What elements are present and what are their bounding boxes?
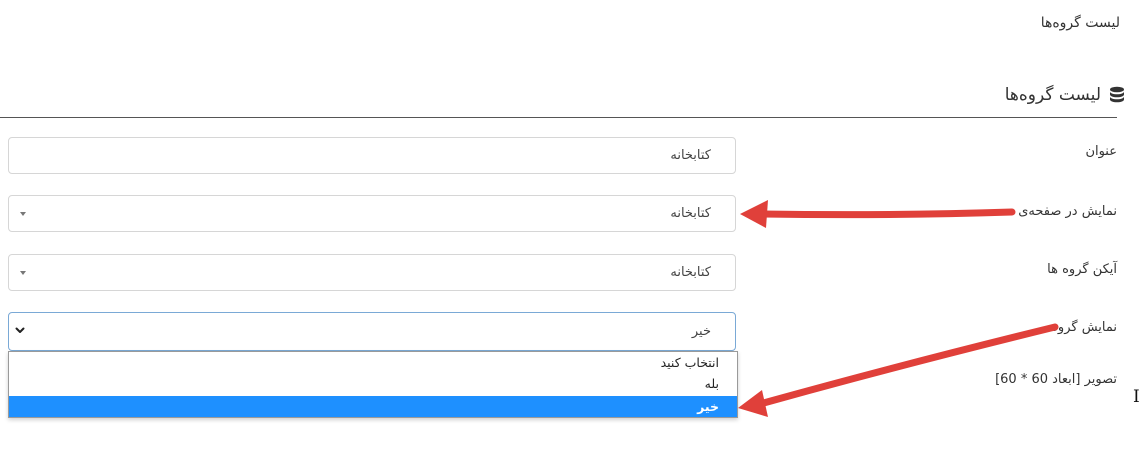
database-icon bbox=[1109, 86, 1125, 104]
dropdown-option-choose[interactable]: انتخاب کنید bbox=[9, 352, 737, 373]
section-header: لیست گروه‌ها bbox=[1005, 82, 1125, 108]
section-divider bbox=[0, 117, 1117, 118]
chevron-down-icon bbox=[15, 327, 25, 333]
display-page-select-value: کتابخانه bbox=[670, 206, 711, 221]
group-icon-select[interactable]: کتابخانه bbox=[8, 254, 736, 291]
display-page-label: نمایش در صفحه‌ی bbox=[1018, 204, 1117, 219]
section-title: لیست گروه‌ها bbox=[1004, 85, 1101, 105]
title-input[interactable]: کتابخانه bbox=[8, 137, 736, 174]
title-label: عنوان bbox=[1085, 144, 1117, 159]
show-group-select-value: خیر bbox=[691, 324, 711, 339]
dropdown-option-no[interactable]: خیر bbox=[9, 396, 737, 417]
dropdown-option-yes[interactable]: بله bbox=[9, 373, 737, 394]
show-group-dropdown-list: انتخاب کنید بله خیر bbox=[8, 351, 738, 418]
display-page-select[interactable]: کتابخانه bbox=[8, 195, 736, 232]
caret-down-icon bbox=[20, 212, 26, 216]
image-label: تصویر [ابعاد 60 * 60] bbox=[995, 372, 1117, 387]
show-group-select[interactable]: خیر bbox=[8, 312, 736, 351]
title-input-value: کتابخانه bbox=[670, 148, 711, 163]
show-group-label: نمایش گروه bbox=[1051, 320, 1117, 335]
annotation-arrow-display-page bbox=[740, 200, 1016, 228]
group-icon-select-value: کتابخانه bbox=[670, 265, 711, 280]
text-cursor-icon: I bbox=[1133, 387, 1140, 407]
caret-down-icon bbox=[20, 271, 26, 275]
page-title: لیست گروه‌ها bbox=[1040, 15, 1120, 31]
group-icon-label: آیکن گروه ها bbox=[1047, 262, 1117, 277]
